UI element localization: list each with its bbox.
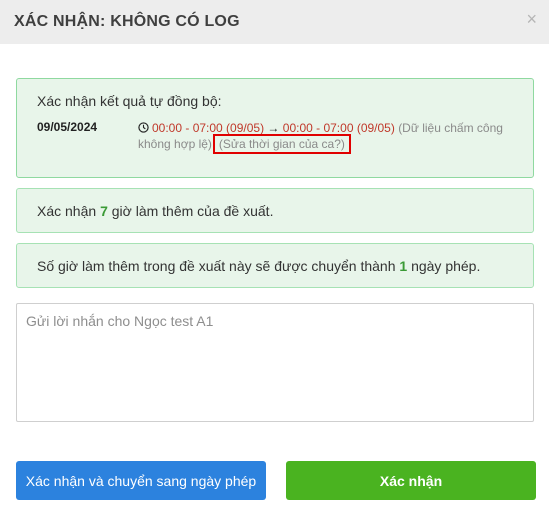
overtime-hours: 7 (100, 203, 108, 219)
arrow-icon: → (267, 121, 280, 135)
leave-prefix: Số giờ làm thêm trong đề xuất này sẽ đượ… (37, 258, 396, 274)
message-input[interactable] (16, 303, 534, 422)
shift-date: 09/05/2024 (37, 120, 98, 134)
dialog-header: XÁC NHẬN: KHÔNG CÓ LOG × (0, 0, 549, 44)
edit-shift-time-link[interactable]: (Sửa thời gian của ca?) (212, 134, 351, 154)
leave-text: Số giờ làm thêm trong đề xuất này sẽ đượ… (37, 258, 480, 274)
overtime-prefix: Xác nhận (37, 203, 97, 219)
leave-convert-box: Số giờ làm thêm trong đề xuất này sẽ đượ… (16, 243, 534, 288)
leave-days: 1 (399, 258, 408, 274)
time-to: 00:00 - 07:00 (09/05) (282, 121, 395, 135)
time-from: 00:00 - 07:00 (09/05) (152, 121, 265, 135)
confirm-button[interactable]: Xác nhận (286, 461, 536, 500)
close-icon[interactable]: × (526, 10, 537, 28)
clock-icon (138, 122, 149, 133)
sync-result-box: Xác nhận kết quả tự đồng bộ: 09/05/2024 … (16, 78, 534, 178)
leave-suffix: ngày phép. (411, 258, 481, 274)
sync-heading: Xác nhận kết quả tự đồng bộ: (37, 93, 222, 109)
shift-detail: 00:00 - 07:00 (09/05) → 00:00 - 07:00 (0… (138, 120, 508, 154)
confirm-and-convert-button[interactable]: Xác nhận và chuyển sang ngày phép (16, 461, 266, 500)
overtime-text: Xác nhận 7 giờ làm thêm của đề xuất. (37, 203, 273, 219)
overtime-suffix: giờ làm thêm của đề xuất. (111, 203, 274, 219)
dialog-title: XÁC NHẬN: KHÔNG CÓ LOG (14, 13, 240, 30)
overtime-confirm-box: Xác nhận 7 giờ làm thêm của đề xuất. (16, 188, 534, 233)
